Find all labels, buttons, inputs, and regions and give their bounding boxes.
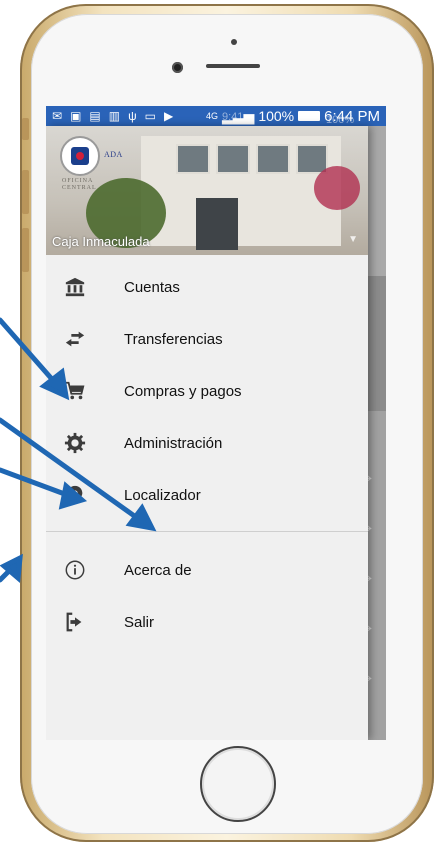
status-bar: ✉ ▣ ▤ ▥ ψ ▭ ▶ 9:41 100% 4G ▂▃▅ 100% 6:44… [46,106,386,126]
overlay-time: 9:41 [222,111,244,123]
office-line-1: OFICINA [62,178,94,184]
annotation-arrowhead [0,553,23,584]
flowers [314,166,360,210]
notification-icon: ▤ [89,109,101,123]
notification-icon: ▥ [108,109,121,123]
usb-icon: ψ [128,109,137,123]
volume-down-button [22,228,29,272]
phone-screen: → → → → → ✉ ▣ ▤ ▥ ψ ▭ ▶ 9:41 100% 4G ▂▃▅… [46,106,386,740]
building-window [256,144,290,174]
menu-item-administracion[interactable]: Administración [46,417,368,469]
gear-icon [64,432,86,454]
menu-divider [46,531,368,532]
menu-label: Cuentas [124,278,180,296]
menu-label: Salir [124,613,155,631]
drawer-header[interactable]: ADA OFICINA CENTRAL Caja Inmaculada ▼ [46,126,368,255]
swap-arrows-icon [65,331,85,347]
menu-item-compras-y-pagos[interactable]: Compras y pagos [46,365,368,417]
location-pin-icon [67,485,83,505]
building-door [196,198,238,250]
menu-item-acerca-de[interactable]: Acerca de [46,544,368,596]
message-icon: ▭ [144,109,156,123]
logo-mark [71,147,89,165]
mute-switch [22,118,29,140]
office-sign: OFICINA CENTRAL [62,178,97,192]
account-dropdown-icon[interactable]: ▼ [348,234,358,245]
menu-label: Compras y pagos [124,382,242,400]
notification-icon: ▣ [70,109,82,123]
building-window [216,144,250,174]
battery-percent: 100% [258,108,295,124]
front-camera [172,62,183,73]
bank-logo [60,136,100,176]
cart-icon [65,381,85,400]
account-name: Caja Inmaculada [52,234,150,249]
video-icon: ▶ [164,109,174,123]
network-type: 4G [205,111,218,121]
volume-up-button [22,170,29,214]
proximity-sensor [231,39,237,45]
overlay-battery: 100% [326,114,355,126]
earpiece-speaker [206,64,260,68]
annotation-arrow [0,565,15,583]
drawer-menu: Cuentas Transferencias Compras y pagos A… [46,255,368,648]
menu-label: Acerca de [124,561,192,579]
logo-text: ADA [104,150,123,159]
menu-label: Transferencias [124,330,223,348]
notification-icon: ✉ [52,109,63,123]
menu-item-localizador[interactable]: Localizador [46,469,368,521]
building-window [176,144,210,174]
menu-label: Localizador [124,486,201,504]
office-line-2: CENTRAL [62,185,97,191]
home-button[interactable] [200,746,276,822]
info-icon [65,560,85,580]
menu-item-transferencias[interactable]: Transferencias [46,313,368,365]
logout-icon [66,612,82,632]
battery-icon [298,111,321,121]
menu-item-salir[interactable]: Salir [46,596,368,648]
bank-icon [65,277,85,297]
menu-label: Administración [124,434,223,452]
navigation-drawer: ADA OFICINA CENTRAL Caja Inmaculada ▼ Cu… [46,126,368,740]
notification-icons: ✉ ▣ ▤ ▥ ψ ▭ ▶ [46,109,173,123]
menu-item-cuentas[interactable]: Cuentas [46,261,368,313]
